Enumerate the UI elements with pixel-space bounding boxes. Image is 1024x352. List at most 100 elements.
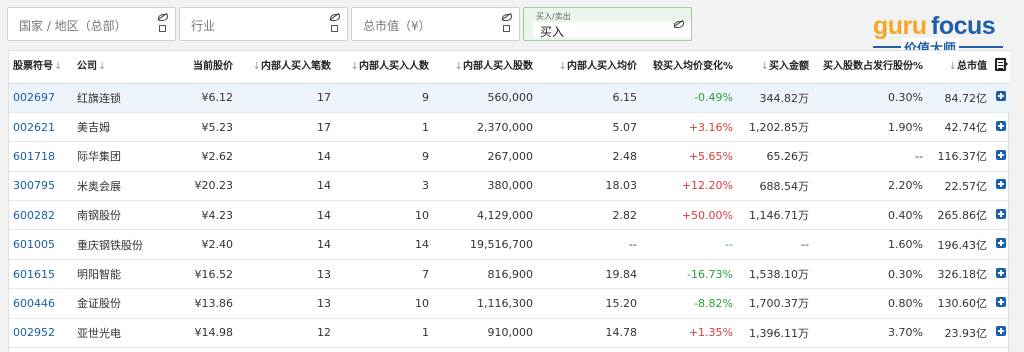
row-avg-price: 2.48 xyxy=(537,141,641,172)
row-buy-count: 12 xyxy=(237,318,335,349)
row-price: ¥14.98 xyxy=(169,318,237,349)
row-change: -16.73% xyxy=(641,259,737,290)
plus-icon xyxy=(995,238,1006,249)
col-header-change[interactable]: 较买入均价变化% xyxy=(641,51,737,84)
table-row: 002952 亚世光电 ¥14.98 12 1 910,000 14.78 +1.35% 1,3… xyxy=(9,318,1010,349)
row-symbol-link[interactable]: 601718 xyxy=(9,141,73,172)
row-symbol-link[interactable]: 300795 xyxy=(9,171,73,202)
row-pct-outstanding: 0.30% xyxy=(813,259,927,290)
row-buy-shares: 4,129,000 xyxy=(433,200,537,231)
col-header-symbol[interactable]: 股票符号↓ xyxy=(9,51,73,84)
row-buyers: 9 xyxy=(335,83,433,113)
country-filter-placeholder: 国家 / 地区（总部） xyxy=(19,19,127,33)
col-header-buy-shares[interactable]: ↓内部人买入股数 xyxy=(433,51,537,84)
row-change: +50.00% xyxy=(641,200,737,231)
add-to-watchlist-button[interactable] xyxy=(991,288,1010,319)
row-company-name: 亚世光电 xyxy=(73,318,169,349)
row-company-name: 红旗连锁 xyxy=(73,83,169,113)
row-price: ¥13.86 xyxy=(169,288,237,319)
table-row: 600282 南钢股份 ¥4.23 14 10 4,129,000 2.82 +50.00% 1… xyxy=(9,200,1010,231)
hide-icon[interactable] xyxy=(674,20,684,28)
row-symbol-link[interactable]: 600446 xyxy=(9,288,73,319)
trade-type-filter[interactable]: 买入/卖出 买入 xyxy=(523,7,692,41)
row-change: -0.49% xyxy=(641,83,737,113)
row-buyers: 3 xyxy=(335,171,433,202)
row-symbol-link[interactable]: 002621 xyxy=(9,112,73,143)
mktcap-filter-placeholder: 总市值（¥） xyxy=(363,19,431,33)
trade-type-input[interactable]: 买入 xyxy=(533,22,691,39)
include-checkbox[interactable] xyxy=(159,25,166,32)
add-to-watchlist-button[interactable] xyxy=(991,259,1010,290)
row-buyers: 10 xyxy=(335,200,433,231)
row-buy-count: 17 xyxy=(237,112,335,143)
insider-table: 股票符号↓ 公司↓ 当前股价 ↓内部人买入笔数 ↓内部人买入人数 ↓内部人买入股… xyxy=(8,50,1010,352)
row-buy-count: 14 xyxy=(237,171,335,202)
column-settings-button[interactable] xyxy=(991,51,1010,84)
add-to-watchlist-button[interactable] xyxy=(991,200,1010,231)
plus-icon xyxy=(995,326,1006,337)
row-avg-price: 6.15 xyxy=(537,83,641,113)
row-buyers: 10 xyxy=(335,288,433,319)
gurufocus-logo[interactable]: guru focus 价值大师 xyxy=(873,12,1003,57)
col-header-pct-outstanding[interactable]: 买入股数占发行股份% xyxy=(813,51,927,84)
row-price: ¥20.23 xyxy=(169,171,237,202)
table-row: 300795 米奥会展 ¥20.23 14 3 380,000 18.03 +12.20% 68… xyxy=(9,171,1010,202)
table-row: 601005 重庆钢铁股份 ¥2.40 14 14 19,516,700 -- -- -- 1.6… xyxy=(9,229,1010,260)
row-pct-outstanding: 2.20% xyxy=(813,171,927,202)
row-buyers: 14 xyxy=(335,229,433,260)
table-row: 600446 金证股份 ¥13.86 13 10 1,116,300 15.20 -8.82%… xyxy=(9,288,1010,319)
hide-icon[interactable] xyxy=(502,13,512,21)
row-buyers: 7 xyxy=(335,259,433,290)
row-buy-count: 14 xyxy=(237,200,335,231)
row-mktcap: 130.60亿 xyxy=(927,288,991,319)
include-checkbox[interactable] xyxy=(331,25,338,32)
row-pct-outstanding: 0.40% xyxy=(813,200,927,231)
row-buy-count: 13 xyxy=(237,259,335,290)
row-symbol-link[interactable]: 002697 xyxy=(9,83,73,113)
row-amount: 1,202.85万 xyxy=(737,112,813,143)
row-avg-price: 15.20 xyxy=(537,288,641,319)
row-buy-count: 13 xyxy=(237,288,335,319)
include-checkbox[interactable] xyxy=(503,25,510,32)
row-price: ¥4.23 xyxy=(169,200,237,231)
row-symbol-link[interactable]: 601005 xyxy=(9,229,73,260)
add-to-watchlist-button[interactable] xyxy=(991,171,1010,202)
row-change: +3.16% xyxy=(641,112,737,143)
col-header-buy-count[interactable]: ↓内部人买入笔数 xyxy=(237,51,335,84)
row-pct-outstanding: 0.80% xyxy=(813,288,927,319)
trade-type-value: 买入 xyxy=(540,25,565,39)
col-header-amount[interactable]: ↓买入金额 xyxy=(737,51,813,84)
col-header-price[interactable]: 当前股价 xyxy=(169,51,237,84)
trade-type-sublabel: 买入/卖出 xyxy=(536,12,571,21)
row-company-name: 米奥会展 xyxy=(73,171,169,202)
add-to-watchlist-button[interactable] xyxy=(991,112,1010,143)
row-symbol-link[interactable]: 601615 xyxy=(9,259,73,290)
row-amount: 1,146.71万 xyxy=(737,200,813,231)
row-buyers: 1 xyxy=(335,318,433,349)
col-header-avg-price[interactable]: ↓内部人买入均价 xyxy=(537,51,641,84)
row-change: +5.65% xyxy=(641,141,737,172)
country-filter[interactable]: 国家 / 地区（总部） xyxy=(7,7,176,41)
row-change: +12.20% xyxy=(641,171,737,202)
row-price: ¥5.23 xyxy=(169,112,237,143)
col-header-company[interactable]: 公司↓ xyxy=(73,51,169,84)
hide-icon[interactable] xyxy=(330,13,340,21)
edit-columns-icon xyxy=(995,57,1006,71)
row-mktcap: 116.37亿 xyxy=(927,141,991,172)
row-symbol-link[interactable]: 002952 xyxy=(9,318,73,349)
col-header-buyers[interactable]: ↓内部人买入人数 xyxy=(335,51,433,84)
row-mktcap: 23.93亿 xyxy=(927,318,991,349)
add-to-watchlist-button[interactable] xyxy=(991,141,1010,172)
row-symbol-link[interactable]: 600282 xyxy=(9,200,73,231)
industry-filter[interactable]: 行业 xyxy=(179,7,348,41)
add-to-watchlist-button[interactable] xyxy=(991,229,1010,260)
table-header: 股票符号↓ 公司↓ 当前股价 ↓内部人买入笔数 ↓内部人买入人数 ↓内部人买入股… xyxy=(9,51,1010,84)
row-company-name: 南钢股份 xyxy=(73,200,169,231)
row-avg-price: 5.07 xyxy=(537,112,641,143)
col-header-mktcap[interactable]: ↓总市值 xyxy=(927,51,991,84)
add-to-watchlist-button[interactable] xyxy=(991,83,1010,113)
mktcap-filter[interactable]: 总市值（¥） xyxy=(351,7,520,41)
add-to-watchlist-button[interactable] xyxy=(991,318,1010,349)
hide-icon[interactable] xyxy=(158,13,168,21)
logo-text-guru: guru xyxy=(873,12,927,40)
